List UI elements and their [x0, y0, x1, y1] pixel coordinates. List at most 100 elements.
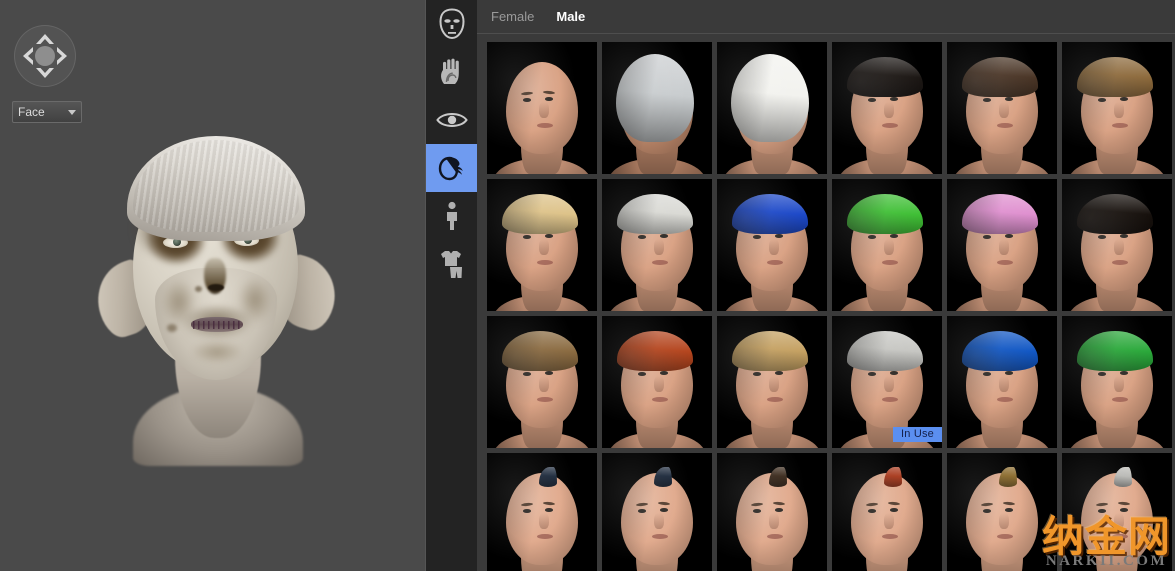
portrait-thumbnail	[717, 316, 827, 448]
hair-style-cell[interactable]	[602, 179, 712, 311]
portrait-mouth	[652, 260, 668, 265]
portrait-eye-left	[983, 372, 991, 376]
model-blemish	[195, 286, 202, 292]
hair-style-cell[interactable]	[487, 453, 597, 571]
portrait-eye-left	[868, 372, 876, 376]
arrow-down-icon[interactable]	[35, 67, 55, 79]
portrait-hair	[616, 54, 694, 142]
portrait-eye-left	[983, 98, 991, 102]
face-mask-icon	[439, 8, 465, 40]
hair-style-cell[interactable]	[602, 453, 712, 571]
hair-style-cell[interactable]	[1062, 179, 1172, 311]
sidebar-item-hair[interactable]	[426, 144, 478, 192]
portrait-eye-right	[890, 234, 898, 238]
hair-style-cell[interactable]	[947, 453, 1057, 571]
hair-style-cell[interactable]: In Use	[832, 316, 942, 448]
portrait-thumbnail	[1062, 179, 1172, 311]
sidebar-item-eyes[interactable]	[426, 96, 478, 144]
orbit-hub[interactable]	[35, 46, 55, 66]
portrait-eye-left	[523, 509, 531, 513]
hair-style-cell[interactable]	[1062, 316, 1172, 448]
view-target-dropdown[interactable]: Face	[12, 101, 82, 123]
hair-style-cell[interactable]	[1062, 453, 1172, 571]
hair-style-cell[interactable]	[487, 316, 597, 448]
portrait-hair	[1077, 194, 1153, 234]
portrait-eye-left	[1098, 98, 1106, 102]
hair-style-cell[interactable]	[487, 179, 597, 311]
portrait-mouth	[1112, 123, 1128, 128]
arrow-up-icon[interactable]	[35, 33, 55, 45]
portrait-mouth	[1112, 260, 1128, 265]
portrait-hair	[847, 331, 923, 371]
hair-style-cell[interactable]	[602, 316, 712, 448]
hair-style-cell[interactable]	[717, 42, 827, 174]
tab-female[interactable]: Female	[489, 7, 536, 26]
sidebar-item-face[interactable]	[426, 0, 478, 48]
hair-style-cell[interactable]	[717, 453, 827, 571]
portrait-eye-left	[753, 235, 761, 239]
character-head-model[interactable]	[87, 118, 345, 466]
portrait-thumbnail	[717, 179, 827, 311]
hair-style-cell[interactable]	[832, 453, 942, 571]
portrait-hair	[731, 54, 809, 142]
portrait-nose	[999, 239, 1009, 255]
portrait-hair	[732, 194, 808, 234]
portrait-nose	[769, 376, 779, 392]
hair-style-cell[interactable]	[717, 179, 827, 311]
portrait-mouth	[882, 397, 898, 402]
hair-style-cell[interactable]	[717, 316, 827, 448]
portrait-eye-right	[890, 508, 898, 512]
portrait-thumbnail	[602, 179, 712, 311]
portrait-eye-left	[868, 235, 876, 239]
portrait-thumbnail	[947, 179, 1057, 311]
view-target-value: Face	[18, 105, 45, 119]
arrow-right-icon[interactable]	[56, 46, 68, 66]
portrait-hair	[502, 331, 578, 371]
portrait-nose	[539, 102, 549, 118]
portrait-eye-left	[523, 98, 531, 102]
hair-style-cell[interactable]	[947, 42, 1057, 174]
portrait-eye-right	[890, 97, 898, 101]
tab-male[interactable]: Male	[554, 7, 587, 26]
hair-style-cell[interactable]	[832, 42, 942, 174]
hair-style-cell[interactable]	[1062, 42, 1172, 174]
sidebar-item-body[interactable]	[426, 192, 478, 240]
portrait-thumbnail	[947, 453, 1057, 571]
character-preview-viewport[interactable]: Face	[0, 0, 425, 571]
portrait-eye-right	[775, 508, 783, 512]
portrait-nose	[884, 102, 894, 118]
portrait-eye-left	[753, 509, 761, 513]
portrait-mouth	[767, 397, 783, 402]
hair-style-cell[interactable]	[947, 316, 1057, 448]
hair-style-cell[interactable]	[947, 179, 1057, 311]
hair-style-panel: Female Male In Use 纳金网 NARKII.COM	[477, 0, 1175, 571]
hair-style-cell[interactable]	[832, 179, 942, 311]
portrait-thumbnail	[487, 316, 597, 448]
model-chin-shadow	[191, 340, 243, 364]
hair-style-cell[interactable]	[487, 42, 597, 174]
hair-style-grid: In Use	[487, 42, 1175, 571]
portrait-nose	[654, 376, 664, 392]
clothing-icon	[441, 251, 462, 278]
sidebar-item-hand[interactable]	[426, 48, 478, 96]
portrait-eye-left	[523, 372, 531, 376]
portrait-thumbnail	[947, 316, 1057, 448]
sidebar-item-clothing[interactable]	[426, 240, 478, 288]
portrait-nose	[999, 513, 1009, 529]
model-nostrils	[208, 284, 224, 291]
arrow-left-icon[interactable]	[22, 46, 34, 66]
portrait-eye-right	[1005, 234, 1013, 238]
orbit-pan-control[interactable]	[14, 25, 76, 87]
hair-style-cell[interactable]	[602, 42, 712, 174]
portrait-eye-left	[868, 98, 876, 102]
portrait-thumbnail	[602, 453, 712, 571]
portrait-nose	[654, 513, 664, 529]
portrait-nose	[1114, 513, 1124, 529]
portrait-hair	[769, 467, 787, 487]
portrait-nose	[1114, 239, 1124, 255]
gender-tab-bar: Female Male	[477, 0, 1175, 34]
portrait-eye-right	[545, 97, 553, 101]
hand-icon	[441, 58, 459, 84]
portrait-mouth	[652, 534, 668, 539]
portrait-nose	[769, 239, 779, 255]
